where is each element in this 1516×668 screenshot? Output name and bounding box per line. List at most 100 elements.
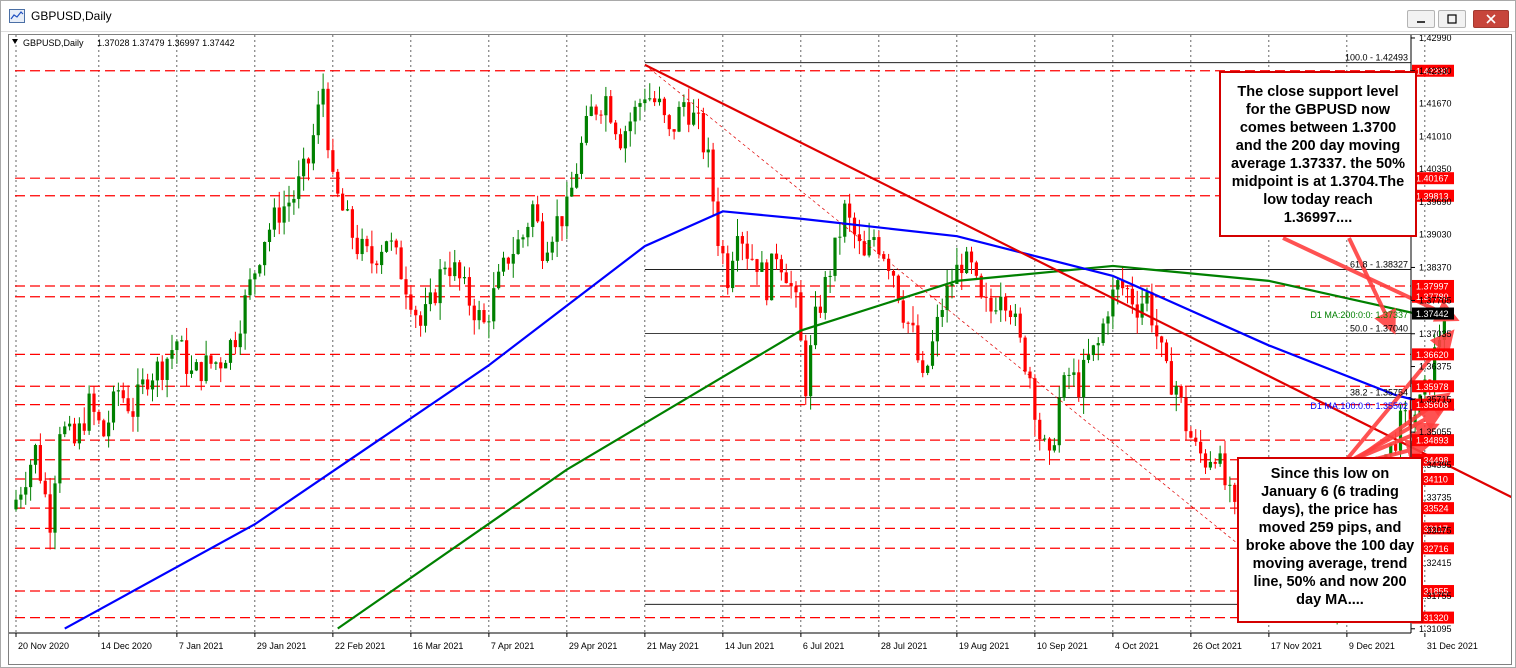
candle-body: [53, 483, 57, 533]
time-tick-label: 7 Jan 2021: [179, 641, 224, 651]
candle-body: [1116, 280, 1120, 290]
candle-body: [258, 265, 262, 274]
candle-body: [779, 259, 783, 273]
candle-body: [828, 275, 832, 277]
candle-body: [1033, 378, 1037, 420]
candle-body: [940, 310, 944, 317]
candle-body: [794, 286, 798, 293]
candle-body: [462, 277, 467, 279]
candle-body: [1072, 372, 1076, 375]
candle-body: [911, 322, 915, 326]
candle-body: [141, 379, 145, 385]
candle-body: [1189, 431, 1193, 438]
candle-body: [136, 384, 140, 417]
price-tick-label: 1.38370: [1419, 262, 1452, 272]
candle-body: [1184, 397, 1188, 432]
candle-body: [896, 275, 900, 301]
time-tick-label: 14 Dec 2020: [101, 641, 152, 651]
candle-body: [199, 362, 203, 382]
candle-body: [219, 362, 223, 369]
level-price-label: 1.34893: [1416, 436, 1449, 446]
candle-body: [404, 279, 408, 295]
candle-body: [540, 221, 545, 261]
candle-body: [1145, 292, 1149, 304]
candle-body: [92, 393, 96, 412]
candle-body: [721, 245, 725, 254]
candle-body: [614, 122, 618, 135]
candle-body: [1199, 441, 1203, 454]
minimize-button[interactable]: [1407, 10, 1435, 28]
candle-body: [370, 246, 374, 264]
candle-body: [501, 257, 506, 272]
candle-body: [536, 204, 540, 222]
close-button[interactable]: [1473, 10, 1509, 28]
time-tick-label: 9 Dec 2021: [1349, 641, 1395, 651]
candle-body: [818, 306, 822, 313]
maximize-button[interactable]: [1438, 10, 1466, 28]
candle-body: [740, 236, 744, 244]
candle-body: [735, 236, 740, 261]
price-tick-label: 1.35055: [1419, 427, 1452, 437]
candle-body: [38, 445, 42, 481]
candle-body: [1047, 438, 1052, 451]
candle-body: [1067, 374, 1071, 376]
candle-body: [618, 134, 623, 149]
window-title: GBPUSD,Daily: [31, 9, 112, 23]
candle-body: [1218, 453, 1222, 464]
candle-body: [204, 355, 208, 382]
candle-body: [1004, 296, 1008, 311]
candle-body: [277, 207, 281, 223]
candle-body: [341, 193, 345, 211]
candle-body: [638, 103, 642, 107]
candle-body: [306, 158, 311, 164]
candle-body: [126, 398, 130, 412]
time-tick-label: 10 Sep 2021: [1037, 641, 1088, 651]
time-tick-label: 16 Mar 2021: [413, 641, 464, 651]
candle-body: [189, 370, 194, 374]
candle-body: [857, 234, 861, 242]
price-tick-label: 1.33075: [1419, 525, 1452, 535]
candle-body: [1208, 461, 1212, 468]
candle-body: [365, 238, 369, 247]
candle-body: [643, 99, 647, 104]
candle-body: [448, 267, 452, 277]
candle-body: [687, 102, 691, 125]
candle-body: [550, 241, 554, 253]
candle-body: [843, 203, 847, 237]
candle-body: [701, 112, 705, 153]
candle-body: [272, 207, 276, 230]
candle-body: [228, 340, 233, 363]
candle-body: [789, 283, 793, 287]
app-window: GBPUSD,Daily 1.42330 1.40167 1.39813 1.3799…: [0, 0, 1516, 668]
fib-label: 100.0 - 1.42493: [1345, 53, 1408, 63]
candle-body: [609, 96, 613, 123]
candle-body: [380, 251, 384, 266]
candle-body: [877, 237, 881, 255]
candle-body: [394, 240, 398, 248]
candle-body: [399, 247, 403, 280]
fib-label: 50.0 - 1.37040: [1350, 324, 1408, 334]
candle-body: [526, 226, 530, 238]
price-tick-label: 1.37705: [1419, 295, 1452, 305]
price-tick-label: 1.37035: [1419, 329, 1452, 339]
candle-body: [428, 292, 432, 305]
candle-body: [667, 115, 671, 130]
close-icon: [1486, 14, 1496, 24]
candle-body: [477, 310, 481, 321]
chart-symbol-label: GBPUSD,Daily: [23, 38, 84, 48]
candle-body: [560, 216, 564, 227]
candle-body: [716, 201, 720, 246]
chart-text: 100.0 - 1.42493 61.8 - 1.38327 50.0 - 1.37…: [12, 38, 1408, 604]
price-tick-label: 1.32415: [1419, 558, 1452, 568]
price-tick-label: 1.31755: [1419, 591, 1452, 601]
candle-body: [848, 203, 852, 218]
candle-body: [33, 445, 38, 465]
candle-body: [1008, 310, 1013, 318]
candle-body: [267, 229, 272, 242]
candle-body: [1096, 343, 1100, 346]
candle-body: [150, 380, 155, 390]
candle-body: [194, 362, 198, 371]
time-tick-label: 28 Jul 2021: [881, 641, 928, 651]
chart-ohlc-label: 1.37028 1.37479 1.36997 1.37442: [97, 38, 235, 48]
title-bar[interactable]: GBPUSD,Daily: [1, 1, 1515, 32]
